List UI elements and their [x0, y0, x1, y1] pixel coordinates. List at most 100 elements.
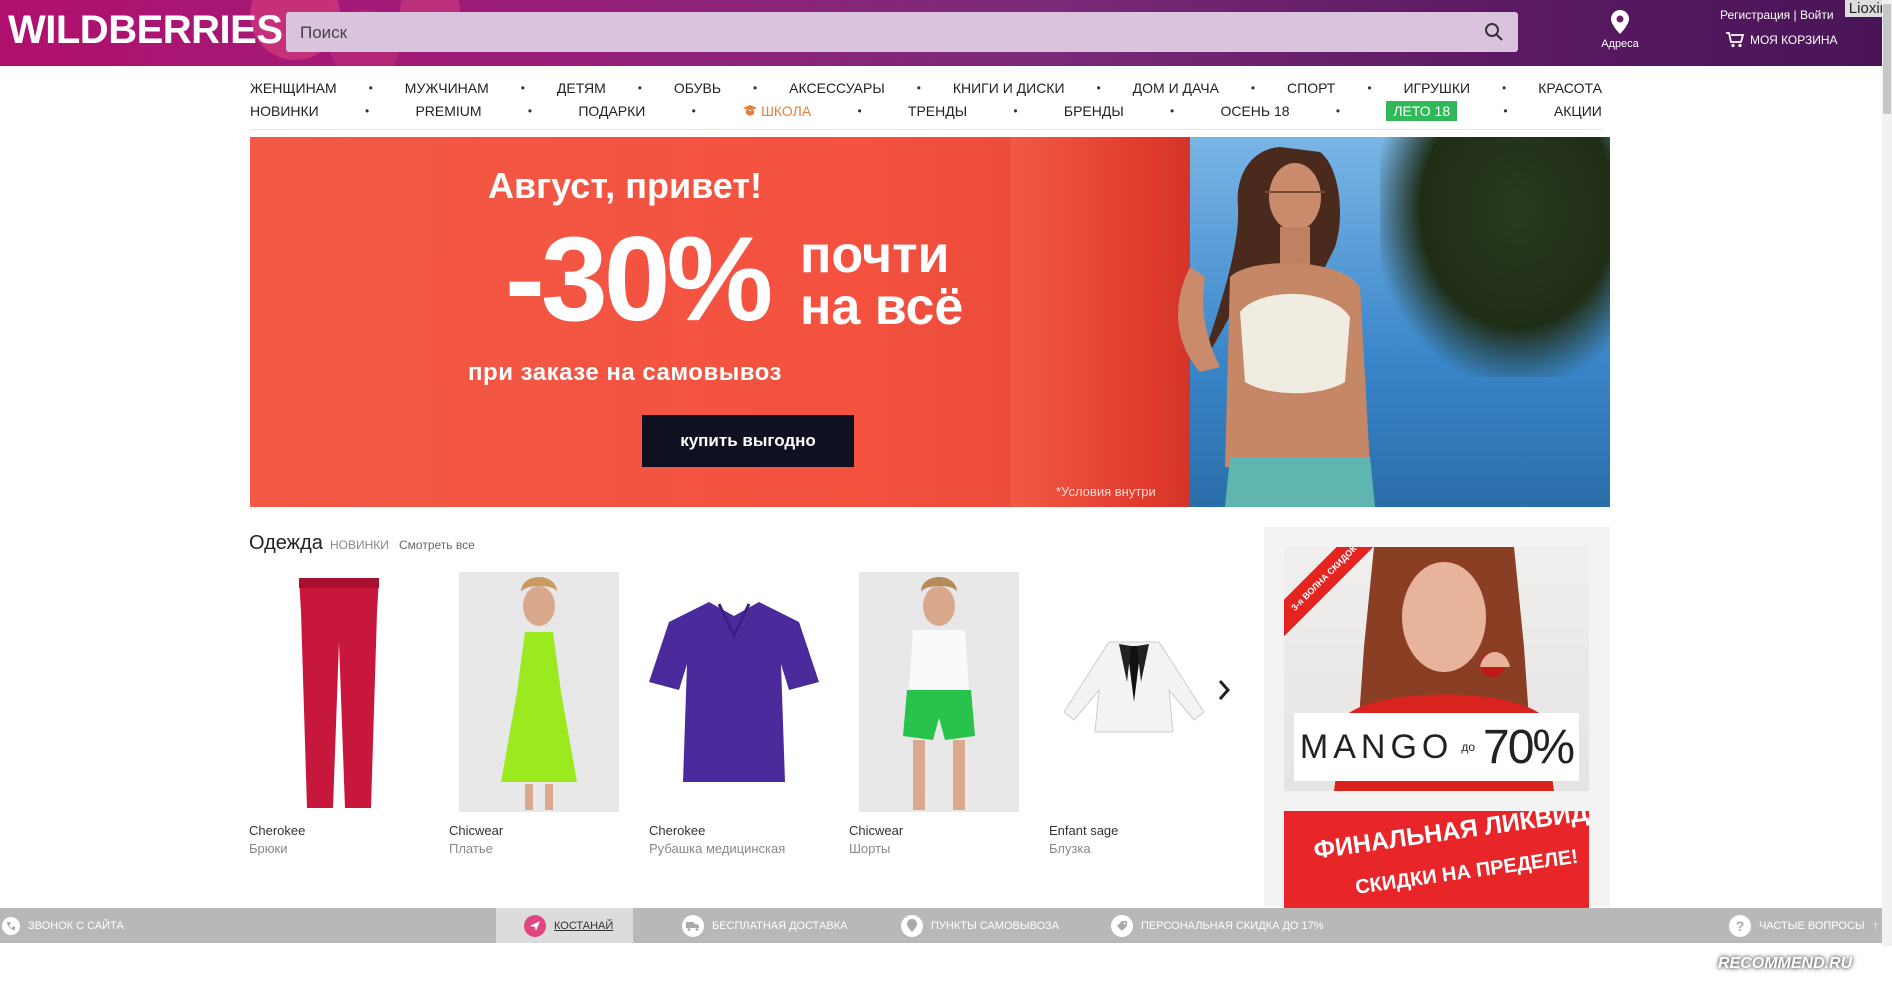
- faq-label: ЧАСТЫЕ ВОПРОСЫ: [1759, 919, 1865, 932]
- nav-school[interactable]: ШКОЛА: [742, 103, 811, 119]
- product-brand: Cherokee: [649, 823, 706, 838]
- free-delivery-link[interactable]: БЕСПЛАТНАЯ ДОСТАВКА: [682, 908, 847, 943]
- register-link[interactable]: Регистрация: [1720, 8, 1790, 22]
- nav-books[interactable]: КНИГИ И ДИСКИ: [953, 80, 1065, 96]
- see-all-link[interactable]: Смотреть все: [399, 538, 475, 552]
- truck-icon: [682, 914, 704, 937]
- nav-dot: •: [1503, 104, 1508, 118]
- nav-row-2: НОВИНКИ • PREMIUM • ПОДАРКИ • ШКОЛА • ТРЕНД…: [250, 101, 1602, 121]
- nav-dot: •: [691, 104, 696, 118]
- cart-link[interactable]: МОЯ КОРЗИНА: [1726, 32, 1838, 48]
- nav-dot: •: [368, 81, 373, 95]
- nav-men[interactable]: МУЖЧИНАМ: [405, 80, 489, 96]
- buy-button[interactable]: купить выгодно: [642, 415, 854, 467]
- nav-toys[interactable]: ИГРУШКИ: [1403, 80, 1470, 96]
- pin-icon: [901, 914, 923, 937]
- nav-divider: [250, 129, 1602, 130]
- search-input[interactable]: [298, 12, 1462, 54]
- nav-kids[interactable]: ДЕТЯМ: [557, 80, 606, 96]
- product-image-shorts: [859, 572, 1019, 812]
- pickup-label: ПУНКТЫ САМОВЫВОЗА: [931, 919, 1060, 932]
- login-link[interactable]: Войти: [1800, 8, 1834, 22]
- product-brand: Cherokee: [249, 823, 306, 838]
- product-image-dress: [459, 572, 619, 812]
- mango-promo[interactable]: 3-я ВОЛНА СКИДОК MANGO до 70%: [1284, 547, 1589, 791]
- delivery-label: БЕСПЛАТНАЯ ДОСТАВКА: [712, 919, 848, 932]
- question-icon: ?: [1729, 914, 1751, 937]
- nav-home[interactable]: ДОМ И ДАЧА: [1133, 80, 1219, 96]
- banner-discount-text: почти на всё: [800, 229, 963, 333]
- mango-percent: 70%: [1483, 720, 1575, 774]
- product-image-pants: [249, 572, 419, 812]
- nav-row-1: ЖЕНЩИНАМ • МУЖЧИНАМ • ДЕТЯМ • ОБУВЬ • АКСЕСС…: [250, 80, 1602, 96]
- nav-dot: •: [1335, 104, 1341, 118]
- nav-autumn[interactable]: ОСЕНЬ 18: [1220, 103, 1289, 119]
- search-bar: [286, 12, 1518, 54]
- cart-label: МОЯ КОРЗИНА: [1750, 33, 1838, 47]
- nav-beauty[interactable]: КРАСОТА: [1538, 80, 1602, 96]
- product-brand: Chicwear: [849, 823, 904, 838]
- logo[interactable]: WILDBERRIES: [8, 8, 283, 53]
- nav-dot: •: [1170, 104, 1175, 118]
- nav-dot: •: [637, 81, 642, 95]
- nav-trends[interactable]: ТРЕНДЫ: [908, 103, 967, 119]
- call-label: ЗВОНОК С САЙТА: [28, 919, 124, 932]
- cart-icon: [1726, 32, 1744, 48]
- product-name: Рубашка медицинская: [649, 841, 786, 856]
- nav-summer[interactable]: ЛЕТО 18: [1386, 101, 1458, 121]
- banner-note[interactable]: *Условия внутри: [1056, 484, 1156, 499]
- product-name: Блузка: [1049, 841, 1091, 856]
- search-icon[interactable]: [1484, 22, 1504, 42]
- tag-icon: [1111, 914, 1133, 937]
- banner-model-image: [1178, 147, 1375, 507]
- nav-women[interactable]: ЖЕНЩИНАМ: [250, 80, 337, 96]
- section-new-label[interactable]: НОВИНКИ: [330, 538, 389, 552]
- nav-school-label: ШКОЛА: [761, 103, 812, 119]
- faq-link[interactable]: ? ЧАСТЫЕ ВОПРОСЫ ↑: [1729, 908, 1878, 943]
- banner-discount-line2: на всё: [800, 278, 964, 336]
- map-pin-icon: [1611, 10, 1629, 34]
- nav-dot: •: [527, 104, 533, 118]
- nav-dot: •: [857, 104, 862, 118]
- product-image-blouse: [1049, 572, 1219, 812]
- nav-dot: •: [1096, 81, 1101, 95]
- city-selector[interactable]: КОСТАНАЙ: [496, 908, 634, 943]
- nav-premium[interactable]: PREMIUM: [415, 103, 481, 119]
- nav-dot: •: [753, 81, 758, 95]
- school-icon: [743, 105, 758, 116]
- banner-discount: -30%: [505, 212, 773, 346]
- phone-icon: [2, 916, 20, 935]
- personal-discount-link[interactable]: ПЕРСОНАЛЬНАЯ СКИДКА ДО 17%: [1111, 908, 1324, 943]
- scrollbar-thumb[interactable]: [1883, 4, 1891, 114]
- mango-brand: MANGO: [1299, 727, 1454, 766]
- product-name: Платье: [449, 841, 493, 856]
- section-title: Одежда: [249, 532, 323, 554]
- banner-discount-line1: почти: [800, 226, 950, 284]
- nav-dot: •: [520, 81, 525, 95]
- product-name: Шорты: [849, 841, 891, 856]
- scroll-up-icon[interactable]: ↑: [1873, 920, 1879, 932]
- nav-sport[interactable]: СПОРТ: [1287, 80, 1335, 96]
- nav-dot: •: [1013, 104, 1018, 118]
- addresses-label: Адреса: [1601, 38, 1639, 50]
- call-from-site[interactable]: ЗВОНОК С САЙТА: [0, 908, 124, 943]
- pickup-points-link[interactable]: ПУНКТЫ САМОВЫВОЗА: [901, 908, 1059, 943]
- hero-banner[interactable]: Август, привет! -30% почти на всё при за…: [250, 137, 1610, 507]
- city-label: КОСТАНАЙ: [554, 919, 614, 932]
- nav-shoes[interactable]: ОБУВЬ: [674, 80, 721, 96]
- nav-brands[interactable]: БРЕНДЫ: [1064, 103, 1124, 119]
- product-brand: Chicwear: [449, 823, 504, 838]
- nav-sales[interactable]: АКЦИИ: [1554, 103, 1602, 119]
- product-image-shirt: [649, 572, 819, 812]
- discount-label: ПЕРСОНАЛЬНАЯ СКИДКА ДО 17%: [1141, 919, 1324, 932]
- nav-accessories[interactable]: АКСЕССУАРЫ: [789, 80, 885, 96]
- nav-new[interactable]: НОВИНКИ: [250, 103, 319, 119]
- nav-dot: •: [1502, 81, 1507, 95]
- addresses-link[interactable]: Адреса: [1598, 10, 1642, 50]
- nav-gifts[interactable]: ПОДАРКИ: [578, 103, 645, 119]
- nav-dot: •: [1250, 81, 1256, 95]
- account-links: Регистрация | Войти: [1720, 8, 1834, 22]
- separator: |: [1793, 8, 1797, 22]
- nav-dot: •: [916, 81, 921, 95]
- vertical-scrollbar[interactable]: [1882, 0, 1892, 946]
